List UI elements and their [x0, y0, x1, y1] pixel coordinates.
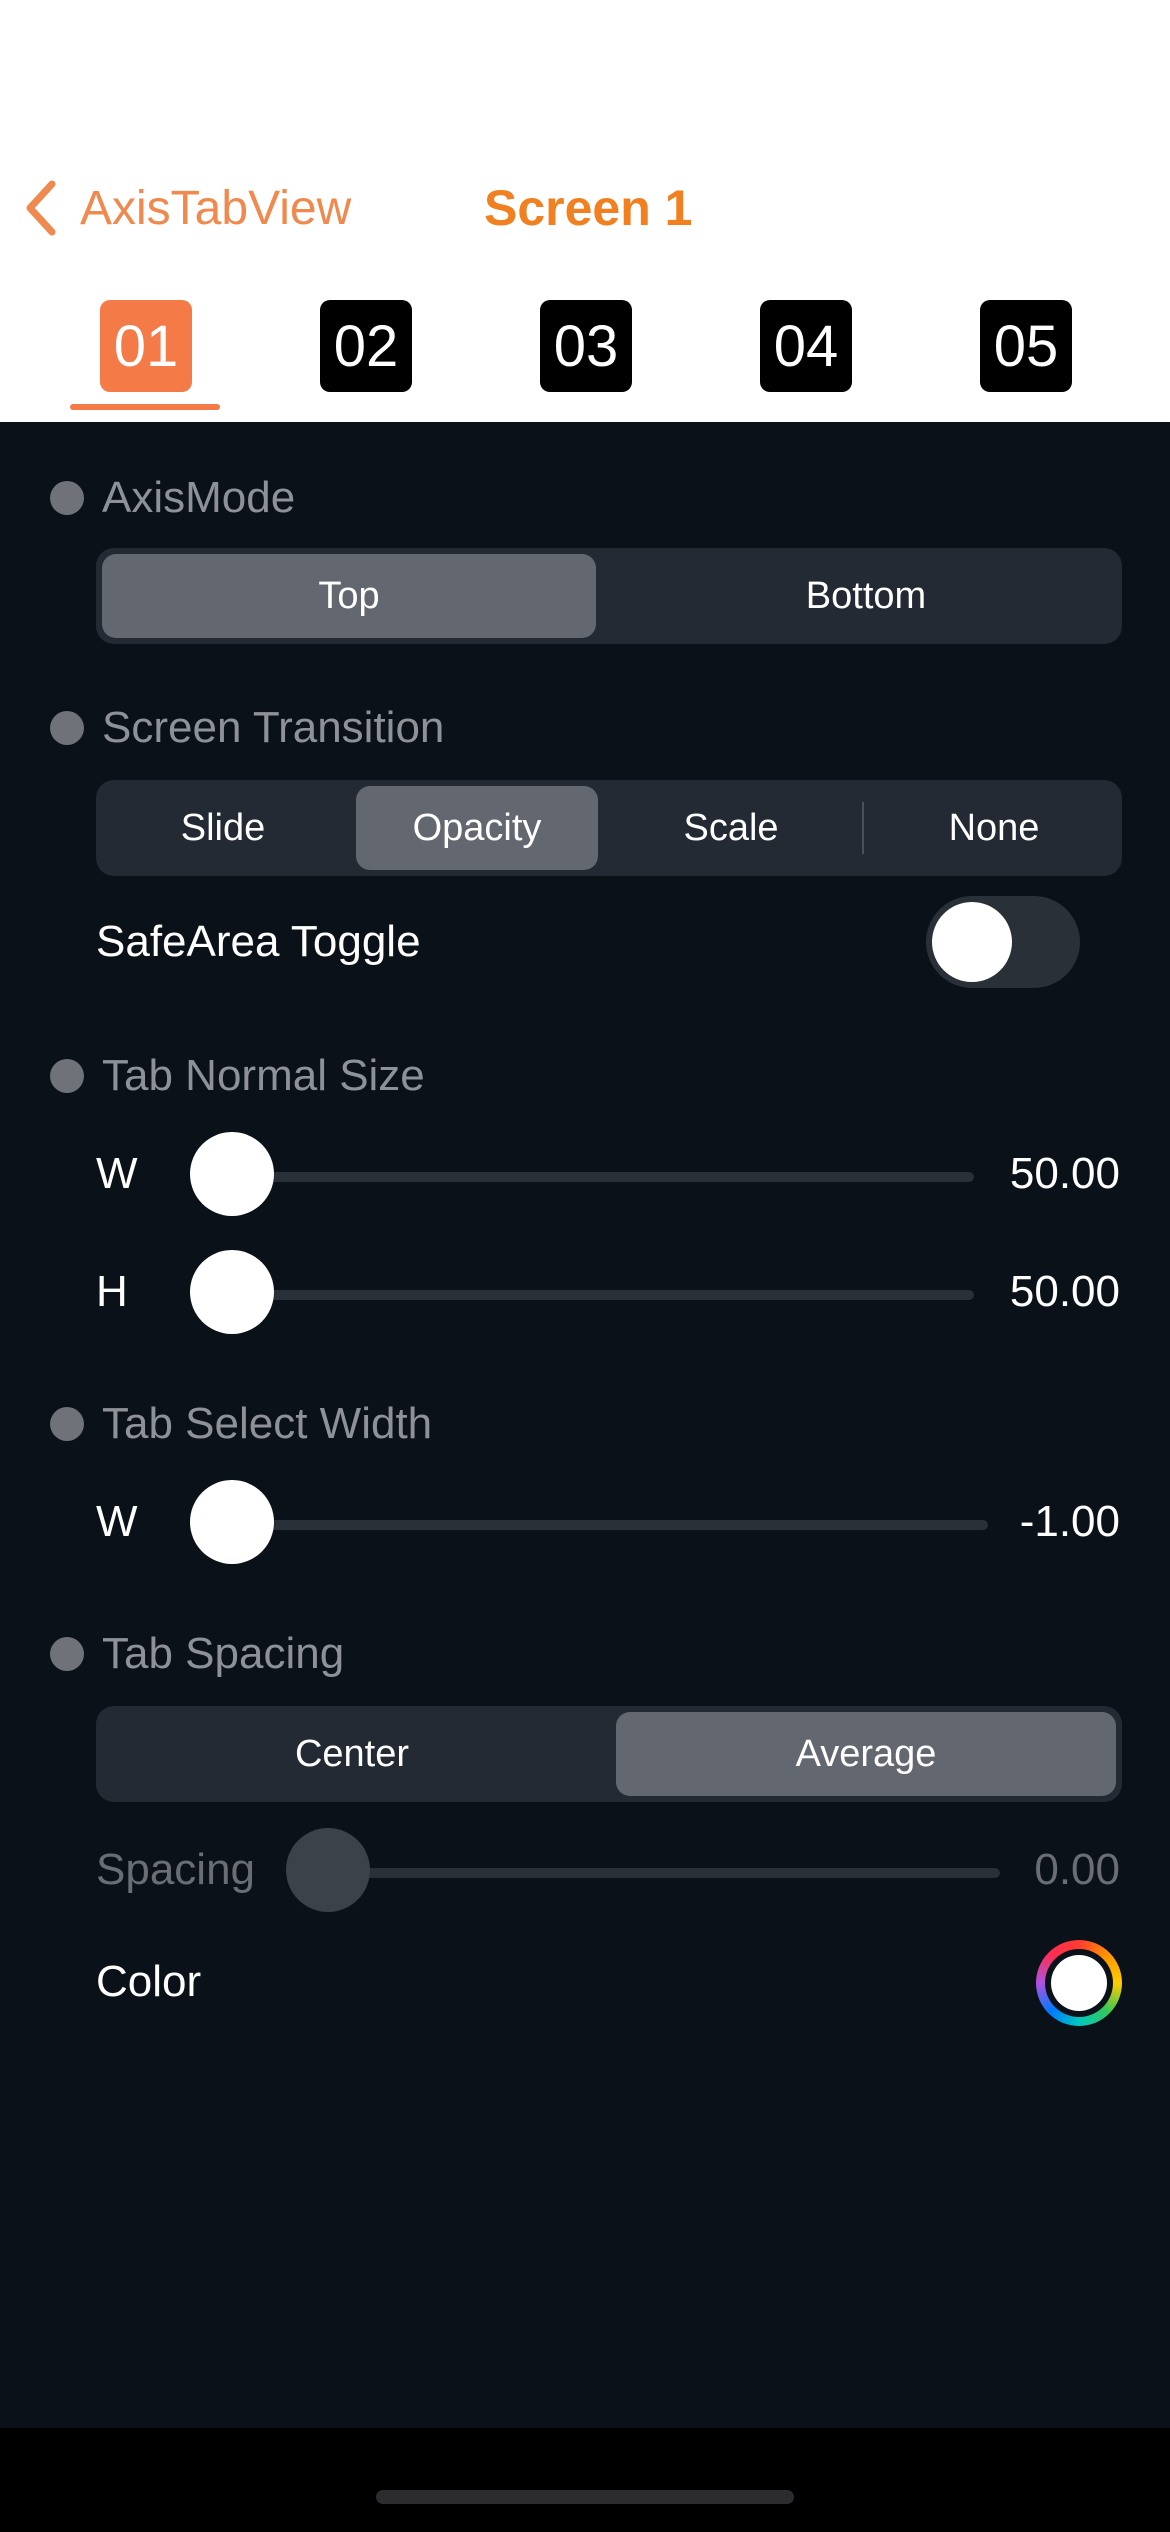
segment-bottom[interactable]: Bottom: [616, 554, 1116, 638]
screen-transition-segmented-control: Slide Opacity Scale None: [96, 780, 1122, 876]
back-button[interactable]: AxisTabView: [24, 176, 351, 240]
safearea-toggle[interactable]: [926, 896, 1080, 988]
select-width-value: -1.00: [1019, 1497, 1120, 1546]
normal-height-slider-track[interactable]: [232, 1290, 974, 1300]
tab-02[interactable]: 02: [320, 300, 412, 392]
color-label: Color: [96, 1957, 202, 2006]
segment-center[interactable]: Center: [102, 1712, 602, 1796]
width-slider-label: W: [96, 1149, 138, 1198]
normal-height-slider-thumb[interactable]: [190, 1250, 274, 1334]
segment-slide[interactable]: Slide: [102, 786, 344, 870]
normal-width-slider-thumb[interactable]: [190, 1132, 274, 1216]
spacing-slider-label: Spacing: [96, 1845, 256, 1894]
section-tab-select-width: Tab Select Width: [50, 1396, 432, 1452]
section-tab-normal-size: Tab Normal Size: [50, 1048, 425, 1104]
home-indicator[interactable]: [376, 2490, 794, 2504]
section-title: Screen Transition: [102, 703, 445, 752]
chevron-left-icon: [24, 180, 58, 236]
normal-width-value: 50.00: [1009, 1149, 1120, 1198]
segment-opacity[interactable]: Opacity: [356, 786, 598, 870]
tab-03[interactable]: 03: [540, 300, 632, 392]
segment-divider: [862, 802, 864, 854]
color-picker-well[interactable]: [1036, 1940, 1122, 2026]
bullet-icon: [50, 1059, 84, 1093]
normal-height-value: 50.00: [1009, 1267, 1120, 1316]
section-title: Tab Spacing: [102, 1629, 345, 1678]
tab-selection-indicator: [70, 404, 220, 410]
tab-04[interactable]: 04: [760, 300, 852, 392]
spacing-slider-track[interactable]: [328, 1868, 1000, 1878]
section-screen-transition: Screen Transition: [50, 700, 444, 756]
height-slider-label: H: [96, 1267, 128, 1316]
tab-bar: 01 02 03 04 05: [0, 300, 1170, 410]
spacing-slider-thumb[interactable]: [286, 1828, 370, 1912]
bullet-icon: [50, 481, 84, 515]
section-title: Tab Normal Size: [102, 1051, 425, 1100]
segment-top[interactable]: Top: [102, 554, 596, 638]
bullet-icon: [50, 1407, 84, 1441]
segment-scale[interactable]: Scale: [610, 786, 852, 870]
spacing-value: 0.00: [1034, 1845, 1120, 1894]
safearea-toggle-label: SafeArea Toggle: [96, 917, 421, 966]
color-swatch: [1051, 1955, 1107, 2011]
segment-none[interactable]: None: [872, 786, 1116, 870]
axis-mode-segmented-control: Top Bottom: [96, 548, 1122, 644]
bullet-icon: [50, 1637, 84, 1671]
normal-width-slider-track[interactable]: [232, 1172, 974, 1182]
select-width-slider-label: W: [96, 1497, 138, 1546]
tab-spacing-segmented-control: Center Average: [96, 1706, 1122, 1802]
section-tab-spacing: Tab Spacing: [50, 1626, 344, 1682]
segment-average[interactable]: Average: [616, 1712, 1116, 1796]
tab-05[interactable]: 05: [980, 300, 1072, 392]
bullet-icon: [50, 711, 84, 745]
tab-01[interactable]: 01: [100, 300, 192, 392]
page-title: Screen 1: [484, 180, 693, 236]
section-title: AxisMode: [102, 473, 296, 522]
back-button-label: AxisTabView: [80, 181, 352, 235]
home-bar-area: [0, 2428, 1170, 2532]
select-width-slider-thumb[interactable]: [190, 1480, 274, 1564]
select-width-slider-track[interactable]: [232, 1520, 988, 1530]
toggle-knob: [932, 902, 1012, 982]
section-axis-mode: AxisMode: [50, 470, 295, 526]
section-title: Tab Select Width: [102, 1399, 433, 1448]
